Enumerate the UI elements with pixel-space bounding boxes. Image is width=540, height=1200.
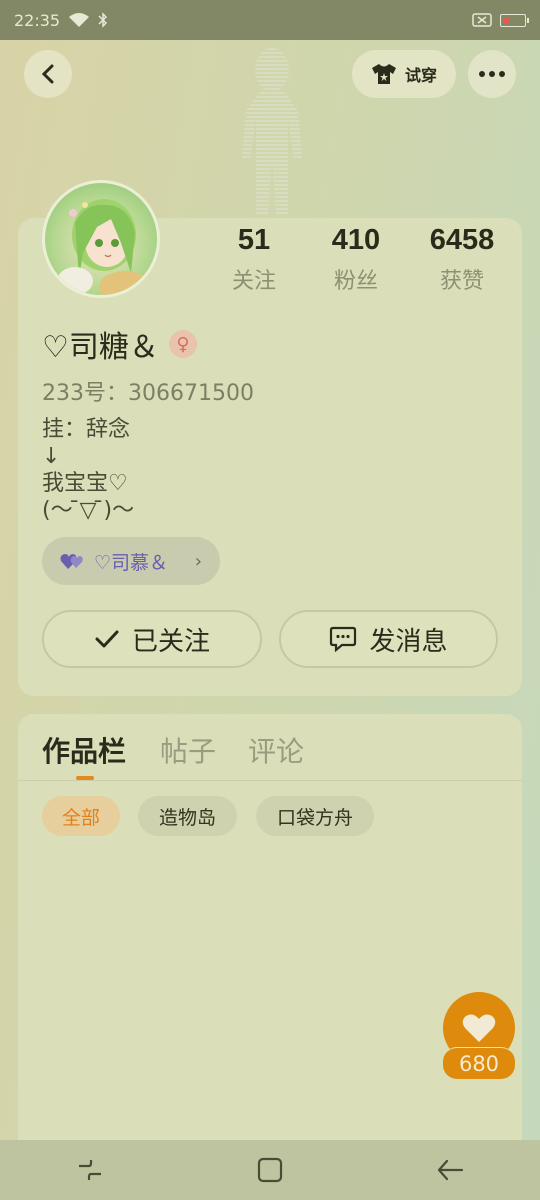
stat-followers[interactable]: 410 粉丝: [306, 224, 406, 295]
filter-pocket-ark[interactable]: 口袋方舟: [256, 796, 374, 836]
stat-following[interactable]: 51 关注: [204, 224, 304, 295]
battery-icon: [500, 13, 529, 27]
try-on-label: 试穿: [404, 66, 437, 85]
avatar-figure-icon: [242, 48, 302, 216]
tab-divider: [18, 780, 522, 781]
more-dots-icon: [479, 71, 505, 77]
stat-likes-count: 6458: [429, 224, 495, 256]
stat-following-count: 51: [237, 224, 271, 256]
follow-button[interactable]: 已关注: [42, 610, 262, 668]
female-icon: ♀: [168, 330, 197, 358]
nav-back-button[interactable]: [420, 1140, 480, 1200]
status-bar: 22:35: [0, 0, 540, 40]
home-button[interactable]: [240, 1140, 300, 1200]
double-heart-icon: [60, 554, 83, 569]
try-on-button[interactable]: 试穿: [352, 50, 456, 98]
heart-icon: [462, 1014, 496, 1042]
bluetooth-icon: [98, 12, 108, 28]
shirt-icon: [371, 64, 396, 84]
stat-followers-count: 410: [331, 224, 381, 256]
more-button[interactable]: [468, 50, 516, 98]
back-button[interactable]: [24, 50, 72, 98]
system-nav-bar: [0, 1140, 540, 1200]
check-icon: [95, 630, 119, 648]
chevron-right-icon: ›: [194, 550, 202, 572]
cp-chip[interactable]: ♡司慕＆ ›: [42, 537, 220, 585]
message-label: 发消息: [369, 626, 448, 657]
arrow-left-icon: [437, 1159, 464, 1181]
avatar[interactable]: [42, 180, 160, 298]
user-id: 233号：306671500: [42, 381, 254, 406]
recents-button[interactable]: [60, 1140, 120, 1200]
wifi-icon: [69, 13, 90, 27]
recents-icon: [79, 1160, 101, 1180]
tab-works[interactable]: 作品栏: [42, 730, 126, 770]
status-time: 22:35: [14, 10, 61, 30]
message-button[interactable]: 发消息: [279, 610, 498, 668]
stat-likes[interactable]: 6458 获赞: [412, 224, 512, 295]
sim-icon: [472, 13, 492, 27]
stat-following-label: 关注: [231, 269, 276, 294]
chat-icon: [330, 626, 357, 652]
follow-label: 已关注: [131, 626, 210, 657]
username-row: ♡司糖＆ ♀: [42, 322, 197, 366]
cp-name: ♡司慕＆: [94, 551, 169, 574]
tab-comments[interactable]: 评论: [248, 730, 304, 770]
bio: 挂：辞念 ↓ 我宝宝♡ (〜 ̄▽ ̄)〜: [42, 417, 135, 523]
chevron-left-icon: [41, 64, 54, 84]
filter-creation-island[interactable]: 造物岛: [138, 796, 237, 836]
stat-followers-label: 粉丝: [333, 269, 378, 294]
home-icon: [257, 1157, 283, 1183]
username: ♡司糖＆: [42, 330, 159, 365]
stat-likes-label: 获赞: [439, 269, 484, 294]
like-count: 680: [443, 1047, 515, 1079]
tab-posts[interactable]: 帖子: [160, 730, 216, 770]
filter-all[interactable]: 全部: [42, 796, 120, 836]
